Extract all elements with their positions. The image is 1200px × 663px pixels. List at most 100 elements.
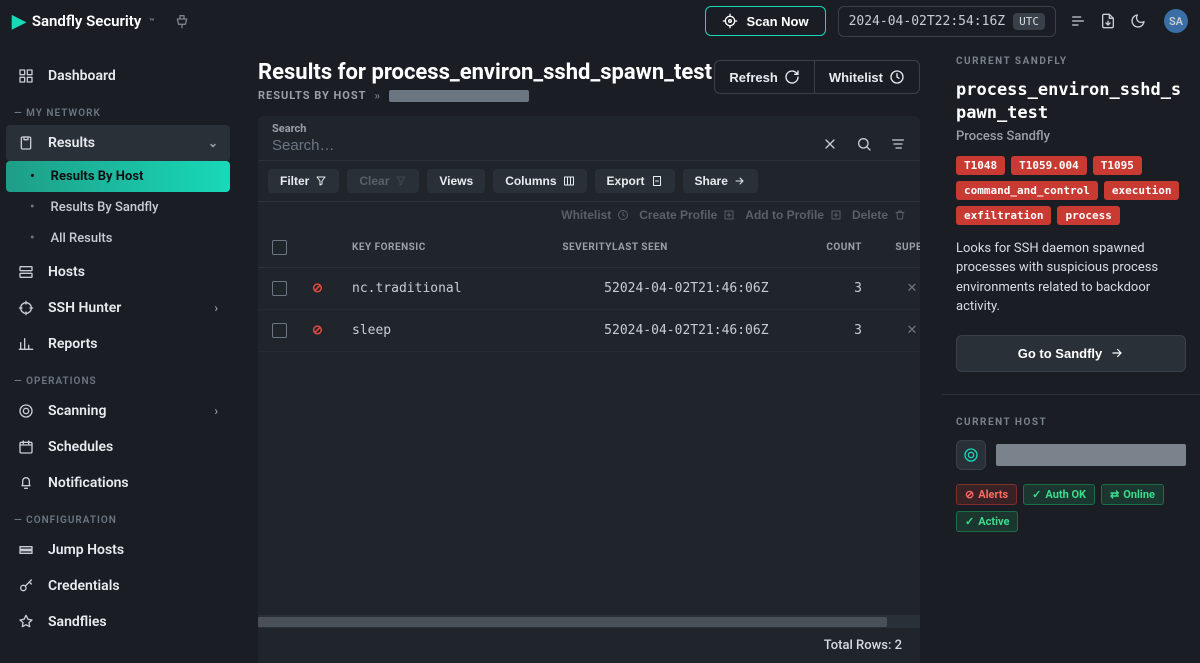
- sandfly-description: Looks for SSH daemon spawned processes w…: [956, 239, 1186, 317]
- nav-sandflies[interactable]: Sandflies: [6, 604, 230, 640]
- clock-icon: [617, 209, 629, 221]
- download-icon[interactable]: [1100, 13, 1116, 29]
- tag[interactable]: exfiltration: [956, 206, 1051, 225]
- clear-filter-button[interactable]: Clear: [347, 169, 419, 193]
- dashboard-icon: [18, 68, 36, 84]
- badge-active[interactable]: ✓Active: [956, 511, 1018, 532]
- timestamp-display[interactable]: 2024-04-02T22:54:16Z UTC: [838, 6, 1056, 37]
- sidebar: Dashboard MY NETWORK Results ⌄ Results B…: [0, 42, 236, 663]
- table-row[interactable]: ⊘ nc.traditional 5 2024-04-02T21:46:06Z …: [258, 268, 920, 310]
- tag[interactable]: command_and_control: [956, 181, 1098, 200]
- section-current-host: CURRENT HOST: [956, 417, 1186, 428]
- signal-icon: ⇄: [1110, 488, 1119, 501]
- badge-alerts[interactable]: ⊘Alerts: [956, 484, 1017, 505]
- goto-sandfly-button[interactable]: Go to Sandfly: [956, 335, 1186, 372]
- sandfly-subtitle: Process Sandfly: [956, 129, 1186, 144]
- export-button[interactable]: Export: [595, 169, 675, 193]
- badge-auth-ok[interactable]: ✓Auth OK: [1023, 484, 1095, 505]
- scan-now-button[interactable]: Scan Now: [705, 6, 825, 36]
- col-last-seen[interactable]: LAST SEEN: [612, 242, 792, 253]
- refresh-button[interactable]: Refresh: [715, 61, 813, 93]
- clear-search-icon[interactable]: [822, 136, 838, 152]
- chevron-right-icon: ›: [214, 301, 218, 315]
- nav-scanning[interactable]: Scanning ›: [6, 393, 230, 429]
- sidebar-item-results-by-host[interactable]: Results By Host: [6, 161, 230, 192]
- key-icon: [18, 578, 36, 594]
- advanced-search-icon[interactable]: [890, 136, 906, 152]
- breadcrumb-host-redacted: [389, 90, 529, 102]
- badge-online[interactable]: ⇄Online: [1101, 484, 1164, 505]
- detail-panel: CURRENT SANDFLY process_environ_sshd_spa…: [942, 42, 1200, 663]
- superseded-icon[interactable]: ✕: [862, 323, 920, 338]
- add-to-profile-button[interactable]: Add to Profile: [745, 208, 842, 222]
- section-current-sandfly: CURRENT SANDFLY: [956, 56, 1186, 67]
- share-button[interactable]: Share: [683, 169, 758, 193]
- queue-icon[interactable]: [1070, 13, 1086, 29]
- chevron-right-icon: ›: [214, 404, 218, 418]
- theme-icon[interactable]: [1130, 13, 1146, 29]
- whitelist-button[interactable]: Whitelist: [814, 61, 919, 93]
- scanning-icon: [18, 403, 36, 419]
- breadcrumb-root[interactable]: RESULTS BY HOST: [258, 89, 366, 102]
- jump-hosts-icon: [18, 542, 36, 558]
- search-icon[interactable]: [856, 136, 872, 152]
- page-title: Results for process_environ_sshd_spawn_t…: [258, 60, 714, 85]
- bell-icon: [18, 475, 36, 491]
- calendar-icon: [18, 439, 36, 455]
- create-profile-button[interactable]: Create Profile: [639, 208, 735, 222]
- pin-icon[interactable]: [174, 13, 190, 29]
- check-icon: ✓: [1032, 488, 1041, 501]
- nav-ssh-hunter[interactable]: SSH Hunter ›: [6, 290, 230, 326]
- col-count[interactable]: COUNT: [792, 242, 862, 253]
- superseded-icon[interactable]: ✕: [862, 281, 920, 296]
- brand-name: Sandfly Security: [32, 12, 141, 30]
- nav-dashboard[interactable]: Dashboard: [6, 58, 230, 94]
- row-checkbox[interactable]: [272, 323, 287, 338]
- row-whitelist-button[interactable]: Whitelist: [561, 208, 629, 222]
- hosts-icon: [18, 264, 36, 280]
- nav-reports[interactable]: Reports: [6, 326, 230, 362]
- tag[interactable]: T1059.004: [1011, 156, 1087, 175]
- avatar[interactable]: SA: [1164, 9, 1188, 33]
- chevron-down-icon: ⌄: [208, 136, 218, 150]
- breadcrumb-separator-icon: »: [374, 89, 381, 102]
- tag[interactable]: process: [1057, 206, 1119, 225]
- filter-icon: [315, 175, 327, 187]
- cell-count: 3: [792, 323, 862, 338]
- nav-schedules[interactable]: Schedules: [6, 429, 230, 465]
- brand-logo[interactable]: ▶ Sandfly Security ™: [12, 11, 154, 32]
- col-key-forensic[interactable]: KEY FORENSIC: [352, 242, 532, 253]
- tag[interactable]: T1095: [1093, 156, 1142, 175]
- sandflies-icon: [18, 614, 36, 630]
- nav-hosts[interactable]: Hosts: [6, 254, 230, 290]
- sandfly-name: process_environ_sshd_spawn_test: [956, 79, 1186, 125]
- col-severity[interactable]: SEVERITY: [532, 242, 612, 253]
- sidebar-item-all-results[interactable]: All Results: [6, 223, 230, 254]
- row-checkbox[interactable]: [272, 281, 287, 296]
- columns-button[interactable]: Columns: [493, 169, 586, 193]
- sidebar-item-results-by-sandfly[interactable]: Results By Sandfly: [6, 192, 230, 223]
- nav-credentials[interactable]: Credentials: [6, 568, 230, 604]
- results-panel: Search Filter Clear Views Colu: [258, 116, 920, 663]
- nav-jump-hosts[interactable]: Jump Hosts: [6, 532, 230, 568]
- delete-button[interactable]: Delete: [852, 208, 906, 222]
- refresh-icon: [784, 69, 800, 85]
- search-label: Search: [272, 122, 822, 135]
- nav-results[interactable]: Results ⌄: [6, 125, 230, 161]
- views-button[interactable]: Views: [427, 169, 485, 193]
- horizontal-scrollbar[interactable]: [258, 614, 920, 628]
- table-row[interactable]: ⊘ sleep 5 2024-04-02T21:46:06Z 3 ✕: [258, 310, 920, 352]
- clock-icon: [889, 69, 905, 85]
- filter-button[interactable]: Filter: [268, 169, 339, 193]
- select-all-checkbox[interactable]: [272, 240, 287, 255]
- clipboard-icon: [18, 135, 36, 151]
- col-superseded[interactable]: SUPERSEDED: [862, 242, 920, 253]
- tag[interactable]: execution: [1104, 181, 1180, 200]
- alert-icon: ⊘: [312, 281, 352, 296]
- nav-notifications[interactable]: Notifications: [6, 465, 230, 501]
- arrow-right-icon: [1110, 346, 1124, 360]
- trash-icon: [894, 209, 906, 221]
- search-input[interactable]: [272, 135, 822, 156]
- tag[interactable]: T1048: [956, 156, 1005, 175]
- logo-mark-icon: ▶: [12, 11, 26, 32]
